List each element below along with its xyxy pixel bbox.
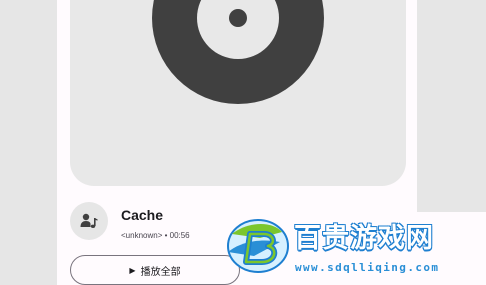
watermark: 百贵游戏网 www.sdqlliqing.com: [220, 212, 486, 285]
artist-music-icon: [80, 213, 98, 228]
track-title: Cache: [121, 207, 164, 223]
disc-icon: [152, 0, 324, 104]
watermark-logo-icon: [227, 219, 289, 273]
track-meta: <unknown> • 00:56: [121, 231, 190, 240]
album-art: [70, 0, 406, 186]
play-all-label: 播放全部: [140, 266, 181, 278]
play-icon: ▶: [129, 265, 136, 275]
play-all-button[interactable]: ▶ 播放全部: [70, 255, 240, 285]
watermark-url: www.sdqlliqing.com: [295, 261, 440, 274]
watermark-name: 百贵游戏网: [294, 223, 434, 254]
artist-avatar[interactable]: [70, 202, 108, 240]
